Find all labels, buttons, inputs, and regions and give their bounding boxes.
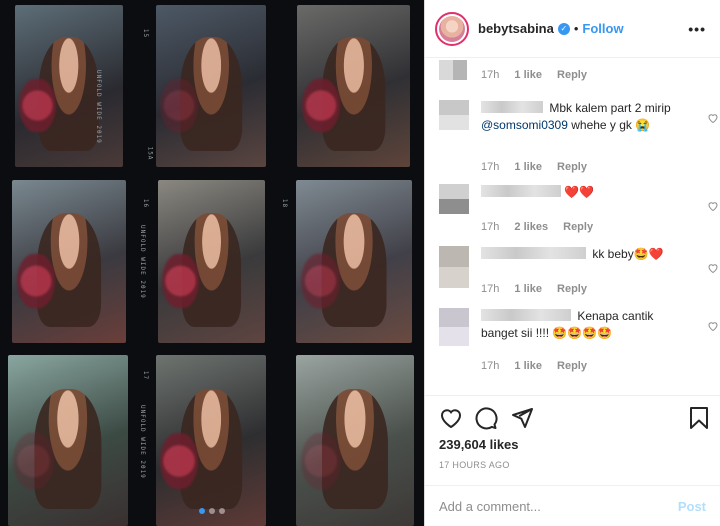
reply-button[interactable]: Reply [557, 360, 587, 372]
comment-avatar[interactable] [439, 308, 469, 346]
like-comment-heart-icon[interactable] [707, 200, 719, 212]
more-options-button[interactable]: ••• [688, 21, 706, 37]
frame-number: 16 [142, 198, 150, 209]
action-icons [437, 406, 712, 432]
film-label: UNFOLD WIDE 2019 [139, 225, 146, 299]
film-frame [297, 5, 410, 167]
comment-avatar[interactable] [439, 100, 469, 130]
comment-avatar[interactable] [439, 184, 469, 214]
post-sidebar: bebytsabina ✓ • Follow ••• 17h 1 like Re… [425, 0, 720, 526]
separator: • [573, 21, 579, 36]
save-bookmark-icon[interactable] [687, 406, 711, 430]
comment-meta: 17h 1 like Reply [481, 360, 599, 372]
comment-meta: 17h 1 like Reply [481, 283, 599, 295]
film-frame [156, 355, 266, 526]
frame-number: 18 [281, 198, 289, 209]
like-comment-heart-icon[interactable] [707, 262, 719, 274]
comment-likes[interactable]: 2 likes [514, 221, 548, 233]
comment-text: ❤️❤️ [481, 184, 691, 201]
comment-username-blurred[interactable] [481, 247, 586, 259]
film-frame [12, 180, 126, 343]
comment-time: 17h [481, 221, 500, 233]
comment-meta: 17h 1 like Reply [481, 161, 599, 173]
film-frame [8, 355, 128, 526]
film-frame [158, 180, 265, 343]
comment-bubble-icon[interactable] [474, 406, 498, 430]
mention-link[interactable]: @somsomi0309 [481, 118, 568, 132]
frame-tag: 15A [146, 146, 154, 161]
reply-button[interactable]: Reply [557, 283, 587, 295]
post-button[interactable]: Post [678, 499, 706, 514]
username-link[interactable]: bebytsabina [478, 21, 554, 36]
comment-text-part: ❤️❤️ [564, 185, 594, 199]
comment-avatar[interactable] [439, 60, 467, 80]
like-comment-heart-icon[interactable] [707, 320, 719, 332]
comments-list[interactable]: 17h 1 like Reply Mbk kalem part 2 mirip … [425, 58, 720, 395]
comment-text: kk beby🤩❤️ [481, 246, 691, 263]
film-label: UNFOLD WIDE 2019 [95, 70, 102, 144]
film-frame [156, 5, 266, 167]
share-paper-plane-icon[interactable] [510, 406, 534, 430]
comment-meta: 17h 1 like Reply [481, 69, 599, 81]
film-frame [15, 5, 123, 167]
post-actions: 239,604 likes 17 HOURS AGO [425, 395, 720, 485]
comment-likes[interactable]: 1 like [514, 161, 542, 173]
reply-button[interactable]: Reply [557, 69, 587, 81]
comment-text: Mbk kalem part 2 mirip @somsomi0309 wheh… [481, 100, 691, 134]
carousel-dots [199, 508, 225, 514]
add-comment-bar: Post [425, 485, 720, 526]
comment-likes[interactable]: 1 like [514, 69, 542, 81]
comment-time: 17h [481, 69, 500, 81]
comment-time: 17h [481, 161, 500, 173]
comment-time: 17h [481, 283, 500, 295]
comment-time: 17h [481, 360, 500, 372]
comment-likes[interactable]: 1 like [514, 360, 542, 372]
film-frame [296, 355, 414, 526]
comment-text: Kenapa cantik banget sii !!!! 🤩🤩🤩🤩 [481, 308, 691, 342]
comment-text-part: kk beby🤩❤️ [589, 247, 664, 261]
emoji: 😭 [635, 118, 651, 132]
comment-text-part: Mbk kalem part 2 mirip [546, 101, 671, 115]
post-photo[interactable]: 15 16 17 18 UNFOLD WIDE 2019 UNFOLD WIDE… [0, 0, 425, 526]
carousel-dot-active [199, 508, 205, 514]
post-header: bebytsabina ✓ • Follow ••• [425, 0, 720, 58]
film-frame [296, 180, 412, 343]
add-comment-input[interactable] [439, 498, 678, 514]
follow-button[interactable]: Follow [582, 21, 623, 36]
frame-number: 17 [142, 370, 150, 381]
comment-text-part: whehe y gk [567, 118, 636, 132]
avatar[interactable] [435, 11, 469, 46]
comment-likes[interactable]: 1 like [514, 283, 542, 295]
reply-button[interactable]: Reply [557, 161, 587, 173]
comment-username-blurred[interactable] [481, 185, 561, 197]
comment-avatar[interactable] [439, 246, 469, 288]
like-comment-heart-icon[interactable] [707, 112, 719, 124]
reply-button[interactable]: Reply [563, 221, 593, 233]
verified-badge-icon: ✓ [557, 22, 570, 35]
comment-username-blurred[interactable] [481, 101, 543, 113]
posted-time[interactable]: 17 HOURS AGO [439, 460, 510, 470]
like-heart-icon[interactable] [439, 406, 463, 430]
carousel-dot [209, 508, 215, 514]
likes-count[interactable]: 239,604 likes [439, 437, 519, 452]
film-label: UNFOLD WIDE 2019 [139, 405, 146, 479]
comment-meta: 17h 2 likes Reply [481, 221, 605, 233]
carousel-dot [219, 508, 225, 514]
comment-username-blurred[interactable] [481, 309, 571, 321]
frame-number: 15 [142, 28, 150, 39]
